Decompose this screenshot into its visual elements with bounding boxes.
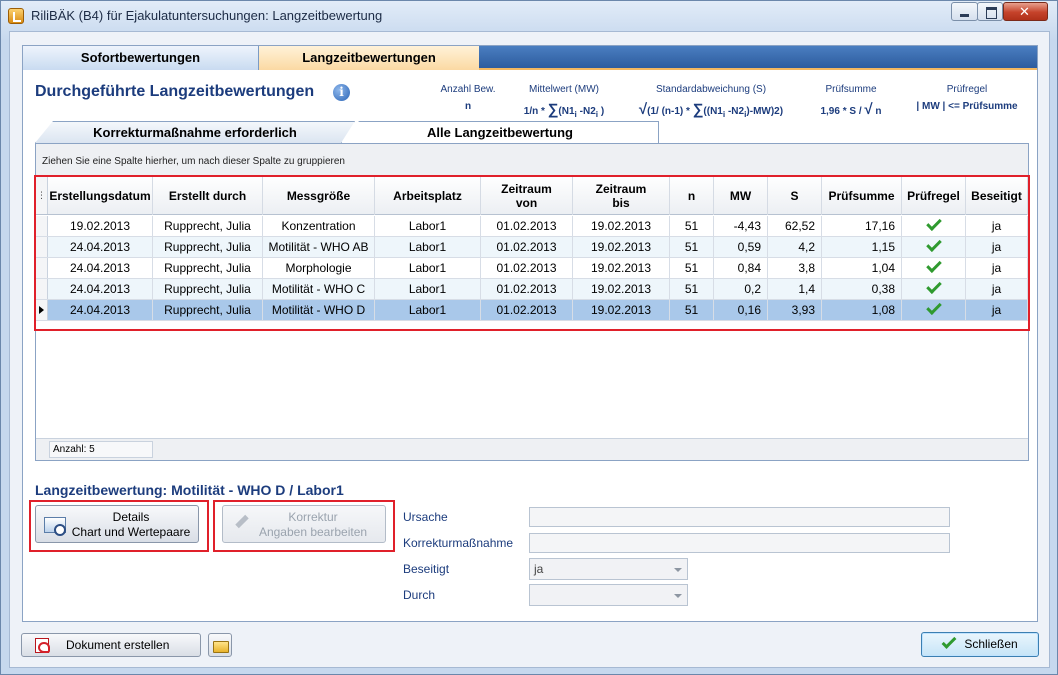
formula-pruefregel: Prüfregel | MW | <= Prüfsumme bbox=[903, 84, 1031, 112]
beseitigt-value: ja bbox=[534, 562, 544, 576]
tab-sofortbewertungen[interactable]: Sofortbewertungen bbox=[23, 46, 259, 70]
page-title: Durchgeführte Langzeitbewertungen bbox=[35, 83, 315, 100]
close-label: Schließen bbox=[964, 637, 1018, 651]
sub-tab-strip: Korrekturmaßnahme erforderlich Alle Lang… bbox=[33, 121, 1033, 143]
formula-value: √(1/ (n-1) * ∑((N1i -N2i)-MW)2) bbox=[638, 101, 784, 119]
korrekturmassnahme-field[interactable] bbox=[529, 533, 950, 553]
korrekturmassnahme-label: Korrekturmaßnahme bbox=[403, 536, 514, 550]
beseitigt-label: Beseitigt bbox=[403, 562, 450, 576]
app-window: RiliBÄK (B4) für Ejakulatuntersuchungen:… bbox=[0, 0, 1058, 675]
formula-value: 1,96 * S / √ n bbox=[820, 101, 882, 118]
minimize-button[interactable] bbox=[951, 2, 978, 21]
group-by-panel[interactable]: Ziehen Sie eine Spalte hierher, um nach … bbox=[36, 144, 1028, 176]
create-document-button[interactable]: Dokument erstellen bbox=[21, 633, 201, 657]
formula-label: Standardabweichung (S) bbox=[655, 84, 767, 95]
pdf-icon bbox=[35, 638, 50, 653]
checkmark-icon bbox=[941, 634, 957, 649]
close-button[interactable]: Schließen bbox=[921, 632, 1039, 657]
highlight-details-button bbox=[29, 500, 209, 552]
open-folder-button[interactable] bbox=[208, 633, 232, 657]
info-icon[interactable]: i bbox=[333, 84, 350, 101]
detail-title: Langzeitbewertung: Motilität - WHO D / L… bbox=[35, 482, 344, 498]
formula-anzahl: Anzahl Bew. n bbox=[428, 84, 508, 112]
formula-label: Mittelwert (MW) bbox=[529, 84, 599, 95]
close-window-button[interactable] bbox=[1003, 2, 1048, 21]
formula-label: Anzahl Bew. bbox=[440, 84, 496, 95]
tab-alle-langzeitbewertung[interactable]: Alle Langzeitbewertung bbox=[341, 121, 659, 143]
durch-label: Durch bbox=[403, 588, 436, 602]
beseitigt-select[interactable]: ja bbox=[529, 558, 688, 580]
grid-footer: Anzahl: 5 bbox=[36, 438, 1028, 460]
formula-value: n bbox=[464, 101, 472, 112]
main-panel: Sofortbewertungen Langzeitbewertungen Du… bbox=[22, 45, 1038, 622]
maximize-button[interactable] bbox=[977, 2, 1003, 21]
formula-label: Prüfsumme bbox=[825, 84, 877, 95]
chevron-down-icon bbox=[674, 594, 682, 598]
tab-korrekturmassnahme[interactable]: Korrekturmaßnahme erforderlich bbox=[35, 121, 355, 143]
window-title: RiliBÄK (B4) für Ejakulatuntersuchungen:… bbox=[31, 8, 383, 23]
app-logo-icon bbox=[8, 8, 24, 24]
main-tab-strip: Sofortbewertungen Langzeitbewertungen bbox=[23, 46, 1037, 70]
create-document-label: Dokument erstellen bbox=[66, 638, 170, 652]
durch-select[interactable] bbox=[529, 584, 688, 606]
highlight-grid-rows bbox=[34, 175, 1030, 331]
formula-pruefsumme: Prüfsumme 1,96 * S / √ n bbox=[805, 84, 897, 118]
chevron-down-icon bbox=[674, 568, 682, 572]
formula-standardabweichung: Standardabweichung (S) √(1/ (n-1) * ∑((N… bbox=[623, 84, 799, 119]
client-area: Sofortbewertungen Langzeitbewertungen Du… bbox=[9, 31, 1050, 668]
formula-label: Prüfregel bbox=[946, 84, 988, 95]
highlight-korrektur-button bbox=[213, 500, 395, 552]
formula-value: | MW | <= Prüfsumme bbox=[916, 101, 1018, 112]
group-hint: Ziehen Sie eine Spalte hierher, um nach … bbox=[42, 156, 345, 167]
title-bar[interactable]: RiliBÄK (B4) für Ejakulatuntersuchungen:… bbox=[1, 1, 1057, 31]
ursache-label: Ursache bbox=[403, 510, 448, 524]
tab-langzeitbewertungen[interactable]: Langzeitbewertungen bbox=[259, 46, 479, 70]
formula-mittelwert: Mittelwert (MW) 1/n * ∑(N1i -N2i ) bbox=[516, 84, 612, 119]
ursache-field[interactable] bbox=[529, 507, 950, 527]
row-count: Anzahl: 5 bbox=[49, 441, 153, 458]
formula-value: 1/n * ∑(N1i -N2i ) bbox=[523, 101, 605, 119]
